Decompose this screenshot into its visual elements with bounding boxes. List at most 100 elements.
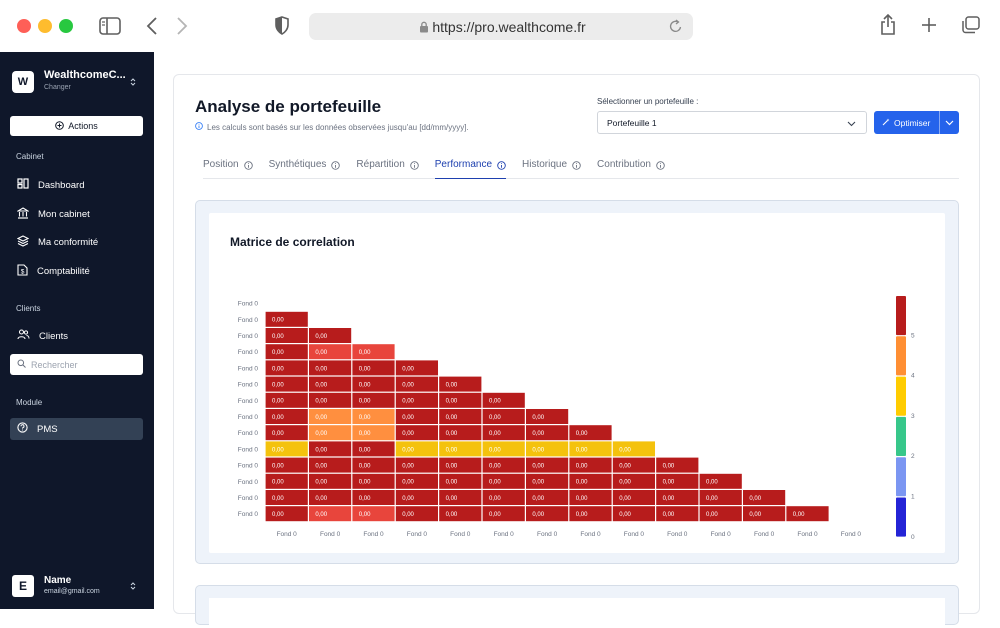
heatmap-cell-value: 0,00 bbox=[272, 350, 284, 356]
tab-synthétiques[interactable]: Synthétiques bbox=[269, 159, 341, 179]
heatmap-cell-value: 0,00 bbox=[706, 512, 718, 518]
heatmap-cell-value: 0,00 bbox=[532, 447, 544, 453]
heatmap-cell-value: 0,00 bbox=[315, 334, 327, 340]
tab-overview-icon[interactable] bbox=[961, 16, 981, 39]
workspace-switcher[interactable]: W WealthcomeC... Changer bbox=[12, 69, 147, 99]
heatmap-cell-value: 0,00 bbox=[359, 350, 371, 356]
heatmap-cell-value: 0,00 bbox=[272, 464, 284, 470]
colorbar-segment bbox=[896, 296, 906, 336]
col-label: Fond 0 bbox=[320, 531, 341, 538]
actions-button[interactable]: Actions bbox=[10, 116, 143, 136]
info-icon[interactable] bbox=[497, 161, 506, 170]
reload-icon[interactable] bbox=[669, 18, 683, 37]
heatmap-cell-value: 0,00 bbox=[359, 383, 371, 389]
user-email: email@gmail.com bbox=[44, 588, 100, 595]
heatmap-cell-value: 0,00 bbox=[359, 464, 371, 470]
heatmap-cell-value: 0,00 bbox=[446, 383, 458, 389]
tab-label: Historique bbox=[522, 159, 568, 170]
heatmap-cell-value: 0,00 bbox=[576, 512, 588, 518]
new-tab-icon[interactable] bbox=[921, 17, 937, 38]
sidebar-item-clients[interactable]: Clients bbox=[10, 325, 143, 347]
tab-position[interactable]: Position bbox=[203, 159, 253, 179]
heatmap-cell-value: 0,00 bbox=[446, 496, 458, 502]
heatmap-cell-value: 0,00 bbox=[532, 431, 544, 437]
heatmap-cell-value: 0,00 bbox=[315, 415, 327, 421]
colorbar-segment bbox=[896, 416, 906, 456]
tab-historique[interactable]: Historique bbox=[522, 159, 581, 179]
page-title: Analyse de portefeuille bbox=[195, 97, 382, 116]
sidebar-toggle-icon[interactable] bbox=[99, 17, 121, 40]
heatmap-cell-value: 0,00 bbox=[315, 480, 327, 486]
heatmap-cell-value: 0,00 bbox=[489, 431, 501, 437]
section-cabinet: Cabinet bbox=[16, 152, 44, 161]
row-label: Fond 0 bbox=[238, 463, 259, 470]
heatmap-cell-value: 0,00 bbox=[446, 431, 458, 437]
back-icon[interactable] bbox=[146, 16, 158, 41]
portfolio-select-value: Portefeuille 1 bbox=[607, 117, 657, 128]
close-window-button[interactable] bbox=[17, 19, 31, 33]
chevron-down-icon bbox=[945, 120, 954, 125]
avatar: E bbox=[12, 575, 34, 597]
heatmap-cell-value: 0,00 bbox=[446, 480, 458, 486]
optimize-button[interactable]: Optimiser bbox=[874, 111, 959, 134]
heatmap-cell-value: 0,00 bbox=[272, 415, 284, 421]
tab-label: Répartition bbox=[356, 159, 405, 170]
heatmap-cell-value: 0,00 bbox=[663, 512, 675, 518]
heatmap-cell-value: 0,00 bbox=[446, 447, 458, 453]
heatmap-cell-value: 0,00 bbox=[576, 496, 588, 502]
info-icon bbox=[195, 122, 203, 132]
sidebar-item-dashboard[interactable]: Dashboard bbox=[10, 174, 143, 196]
bank-icon bbox=[16, 206, 30, 222]
address-bar[interactable]: https://pro.wealthcome.fr bbox=[309, 13, 693, 40]
sidebar-item-label: Ma conformité bbox=[38, 236, 99, 248]
optimize-button-main[interactable]: Optimiser bbox=[874, 118, 939, 128]
tab-contribution[interactable]: Contribution bbox=[597, 159, 665, 179]
heatmap-cell-value: 0,00 bbox=[315, 464, 327, 470]
colorbar-tick: 4 bbox=[911, 373, 915, 380]
data-date-note: Les calculs sont basés sur les données o… bbox=[195, 122, 469, 132]
heatmap-cell-value: 0,00 bbox=[272, 399, 284, 405]
users-icon bbox=[17, 329, 30, 343]
info-icon[interactable] bbox=[243, 161, 253, 170]
tab-performance[interactable]: Performance bbox=[434, 159, 507, 179]
heatmap-cell-value: 0,00 bbox=[446, 464, 458, 470]
privacy-shield-icon[interactable] bbox=[275, 16, 289, 40]
heatmap-cell-value: 0,00 bbox=[359, 496, 371, 502]
sidebar-item-pms[interactable]: PMS bbox=[10, 418, 143, 440]
sidebar-item-comptabilite[interactable]: $ Comptabilité bbox=[10, 260, 143, 282]
row-label: Fond 0 bbox=[238, 349, 259, 356]
minimize-window-button[interactable] bbox=[38, 19, 52, 33]
optimize-dropdown-toggle[interactable] bbox=[940, 120, 959, 126]
client-search-input[interactable]: Rechercher bbox=[10, 354, 143, 375]
heatmap-cell-value: 0,00 bbox=[359, 366, 371, 372]
zoom-window-button[interactable] bbox=[59, 19, 73, 33]
section-clients: Clients bbox=[16, 304, 41, 313]
sidebar-item-conformite[interactable]: Ma conformité bbox=[10, 231, 143, 253]
portfolio-select[interactable]: Portefeuille 1 bbox=[597, 111, 867, 134]
heatmap-cell-value: 0,00 bbox=[489, 512, 501, 518]
user-menu[interactable]: E Name email@gmail.com bbox=[12, 573, 147, 599]
col-label: Fond 0 bbox=[537, 531, 558, 538]
share-icon[interactable] bbox=[880, 13, 896, 40]
forward-icon[interactable] bbox=[176, 16, 188, 41]
sidebar-item-mon-cabinet[interactable]: Mon cabinet bbox=[10, 203, 143, 225]
col-label: Fond 0 bbox=[450, 531, 471, 538]
info-icon[interactable] bbox=[572, 161, 581, 170]
info-icon[interactable] bbox=[410, 161, 419, 170]
sidebar-item-label: Dashboard bbox=[38, 179, 85, 191]
heatmap-cell-value: 0,00 bbox=[619, 480, 631, 486]
svg-text:$: $ bbox=[21, 268, 25, 275]
data-date-text: Les calculs sont basés sur les données o… bbox=[207, 122, 469, 132]
sidebar-item-label: PMS bbox=[37, 423, 58, 435]
heatmap-cell-value: 0,00 bbox=[532, 464, 544, 470]
search-icon bbox=[17, 359, 26, 370]
info-icon[interactable] bbox=[656, 161, 665, 170]
heatmap-cell-value: 0,00 bbox=[749, 496, 761, 502]
colorbar-tick: 0 bbox=[911, 534, 915, 541]
col-label: Fond 0 bbox=[711, 531, 732, 538]
chevron-updown-icon bbox=[130, 581, 136, 593]
tab-répartition[interactable]: Répartition bbox=[356, 159, 419, 179]
heatmap-cell-value: 0,00 bbox=[446, 399, 458, 405]
colorbar-segment bbox=[896, 376, 906, 416]
info-icon[interactable] bbox=[331, 161, 341, 170]
